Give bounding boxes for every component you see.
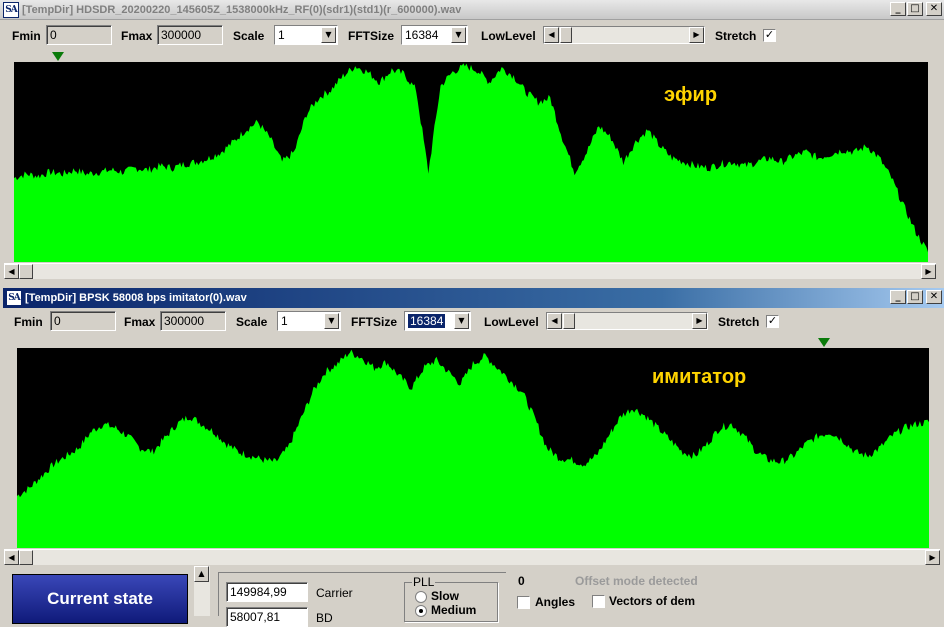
fftsize-label: FFTSize <box>348 29 395 43</box>
scale-value: 1 <box>281 314 288 328</box>
fmin-field[interactable]: 0 <box>50 311 116 331</box>
pll-slow-label: Slow <box>431 589 460 603</box>
spectrum-plot[interactable]: имитатор <box>17 348 929 548</box>
current-state-panel: Current state <box>12 574 188 624</box>
minimize-button[interactable]: _ <box>890 290 906 304</box>
chevron-down-icon[interactable]: ▼ <box>451 27 466 43</box>
chevron-down-icon[interactable]: ▼ <box>321 27 336 43</box>
fmin-label: Fmin <box>12 29 41 43</box>
lowlevel-slider[interactable]: ◀ ▶ <box>546 312 708 330</box>
arrow-right-icon[interactable]: ▶ <box>692 313 707 329</box>
chevron-down-icon[interactable]: ▼ <box>454 313 469 329</box>
pll-group-label: PLL <box>412 575 436 589</box>
pll-medium-label: Medium <box>431 603 477 617</box>
angles-checkbox[interactable] <box>517 596 530 609</box>
toolbar: Fmin 0 Fmax 300000 Scale 1 ▼ FFTSize 163… <box>3 310 944 336</box>
fmax-label: Fmax <box>124 315 156 329</box>
stretch-checkbox[interactable]: ✓ <box>766 315 779 328</box>
bd-label: BD <box>316 611 333 625</box>
stretch-label: Stretch <box>718 315 760 329</box>
window-controls: _ □ ✕ <box>890 2 942 16</box>
vectors-checkbox[interactable] <box>592 595 605 608</box>
lowlevel-label: LowLevel <box>484 315 539 329</box>
offset-status: Offset mode detected <box>575 574 698 588</box>
angles-label: Angles <box>535 595 576 609</box>
counter-value: 0 <box>518 574 525 588</box>
app-icon: SA <box>6 290 22 306</box>
arrow-right-icon[interactable]: ▶ <box>689 27 704 43</box>
carrier-label: Carrier <box>316 586 353 600</box>
stretch-label: Stretch <box>715 29 757 43</box>
fftsize-select[interactable]: 16384 ▼ <box>401 25 468 45</box>
vectors-label: Vectors of dem <box>609 594 696 608</box>
scale-select[interactable]: 1 ▼ <box>277 311 341 331</box>
arrow-right-icon[interactable]: ▶ <box>925 550 940 565</box>
minimize-button[interactable]: _ <box>890 2 906 16</box>
maximize-button[interactable]: □ <box>907 2 923 16</box>
frequency-marker[interactable] <box>52 52 64 61</box>
fftsize-label: FFTSize <box>351 315 398 329</box>
fftsize-value: 16384 <box>405 28 439 42</box>
slider-thumb[interactable] <box>560 27 572 43</box>
window-controls: _ □ ✕ <box>890 290 942 304</box>
spectrum-svg <box>14 63 928 262</box>
fftsize-select[interactable]: 16384 ▼ <box>404 311 471 331</box>
bd-field[interactable]: 58007,81 <box>226 607 308 627</box>
spectrum-plot[interactable]: эфир <box>14 62 928 262</box>
scale-value: 1 <box>278 28 285 42</box>
window-titlebar[interactable]: SA [TempDir] BPSK 58008 bps imitator(0).… <box>3 288 944 308</box>
vertical-scrollbar[interactable]: ▲ <box>194 566 210 616</box>
stretch-checkbox[interactable]: ✓ <box>763 29 776 42</box>
scrollbar-thumb[interactable] <box>19 264 33 279</box>
close-button[interactable]: ✕ <box>926 2 942 16</box>
maximize-button[interactable]: □ <box>907 290 923 304</box>
scale-label: Scale <box>233 29 265 43</box>
spectrum-svg <box>17 349 929 548</box>
scale-select[interactable]: 1 ▼ <box>274 25 338 45</box>
arrow-left-icon[interactable]: ◀ <box>547 313 562 329</box>
arrow-left-icon[interactable]: ◀ <box>4 264 19 279</box>
slider-thumb[interactable] <box>563 313 575 329</box>
pll-medium-radio[interactable] <box>415 605 427 617</box>
fmax-field[interactable]: 300000 <box>160 311 226 331</box>
arrow-left-icon[interactable]: ◀ <box>544 27 559 43</box>
lowlevel-label: LowLevel <box>481 29 536 43</box>
horizontal-scrollbar[interactable]: ◀ ▶ <box>4 549 940 565</box>
scrollbar-thumb[interactable] <box>19 550 33 565</box>
chevron-down-icon[interactable]: ▼ <box>324 313 339 329</box>
arrow-left-icon[interactable]: ◀ <box>4 550 19 565</box>
spectrum-window-air: SA [TempDir] HDSDR_20200220_145605Z_1538… <box>0 0 944 288</box>
close-button[interactable]: ✕ <box>926 290 942 304</box>
arrow-right-icon[interactable]: ▶ <box>921 264 936 279</box>
arrow-up-icon[interactable]: ▲ <box>194 566 209 582</box>
fftsize-value: 16384 <box>408 314 446 328</box>
fmin-field[interactable]: 0 <box>46 25 112 45</box>
spectrum-caption: имитатор <box>652 366 747 388</box>
toolbar: Fmin 0 Fmax 300000 Scale 1 ▼ FFTSize 163… <box>0 24 944 50</box>
fmax-label: Fmax <box>121 29 153 43</box>
window-titlebar[interactable]: SA [TempDir] HDSDR_20200220_145605Z_1538… <box>0 0 944 20</box>
fmin-label: Fmin <box>14 315 43 329</box>
spectrum-window-imitator: SA [TempDir] BPSK 58008 bps imitator(0).… <box>3 288 944 568</box>
current-state-title: Current state <box>47 589 153 608</box>
frequency-marker[interactable] <box>818 338 830 347</box>
carrier-field[interactable]: 149984,99 <box>226 582 308 602</box>
lowlevel-slider[interactable]: ◀ ▶ <box>543 26 705 44</box>
spectrum-caption: эфир <box>664 84 718 106</box>
fmax-field[interactable]: 300000 <box>157 25 223 45</box>
window-title: [TempDir] BPSK 58008 bps imitator(0).wav <box>25 292 247 304</box>
scale-label: Scale <box>236 315 268 329</box>
horizontal-scrollbar[interactable]: ◀ ▶ <box>4 263 936 279</box>
app-icon: SA <box>3 1 19 18</box>
window-title: [TempDir] HDSDR_20200220_145605Z_1538000… <box>22 3 462 16</box>
spectrum-area-эфир <box>14 63 928 262</box>
spectrum-area-имитатор <box>17 349 929 548</box>
pll-slow-radio[interactable] <box>415 591 427 603</box>
